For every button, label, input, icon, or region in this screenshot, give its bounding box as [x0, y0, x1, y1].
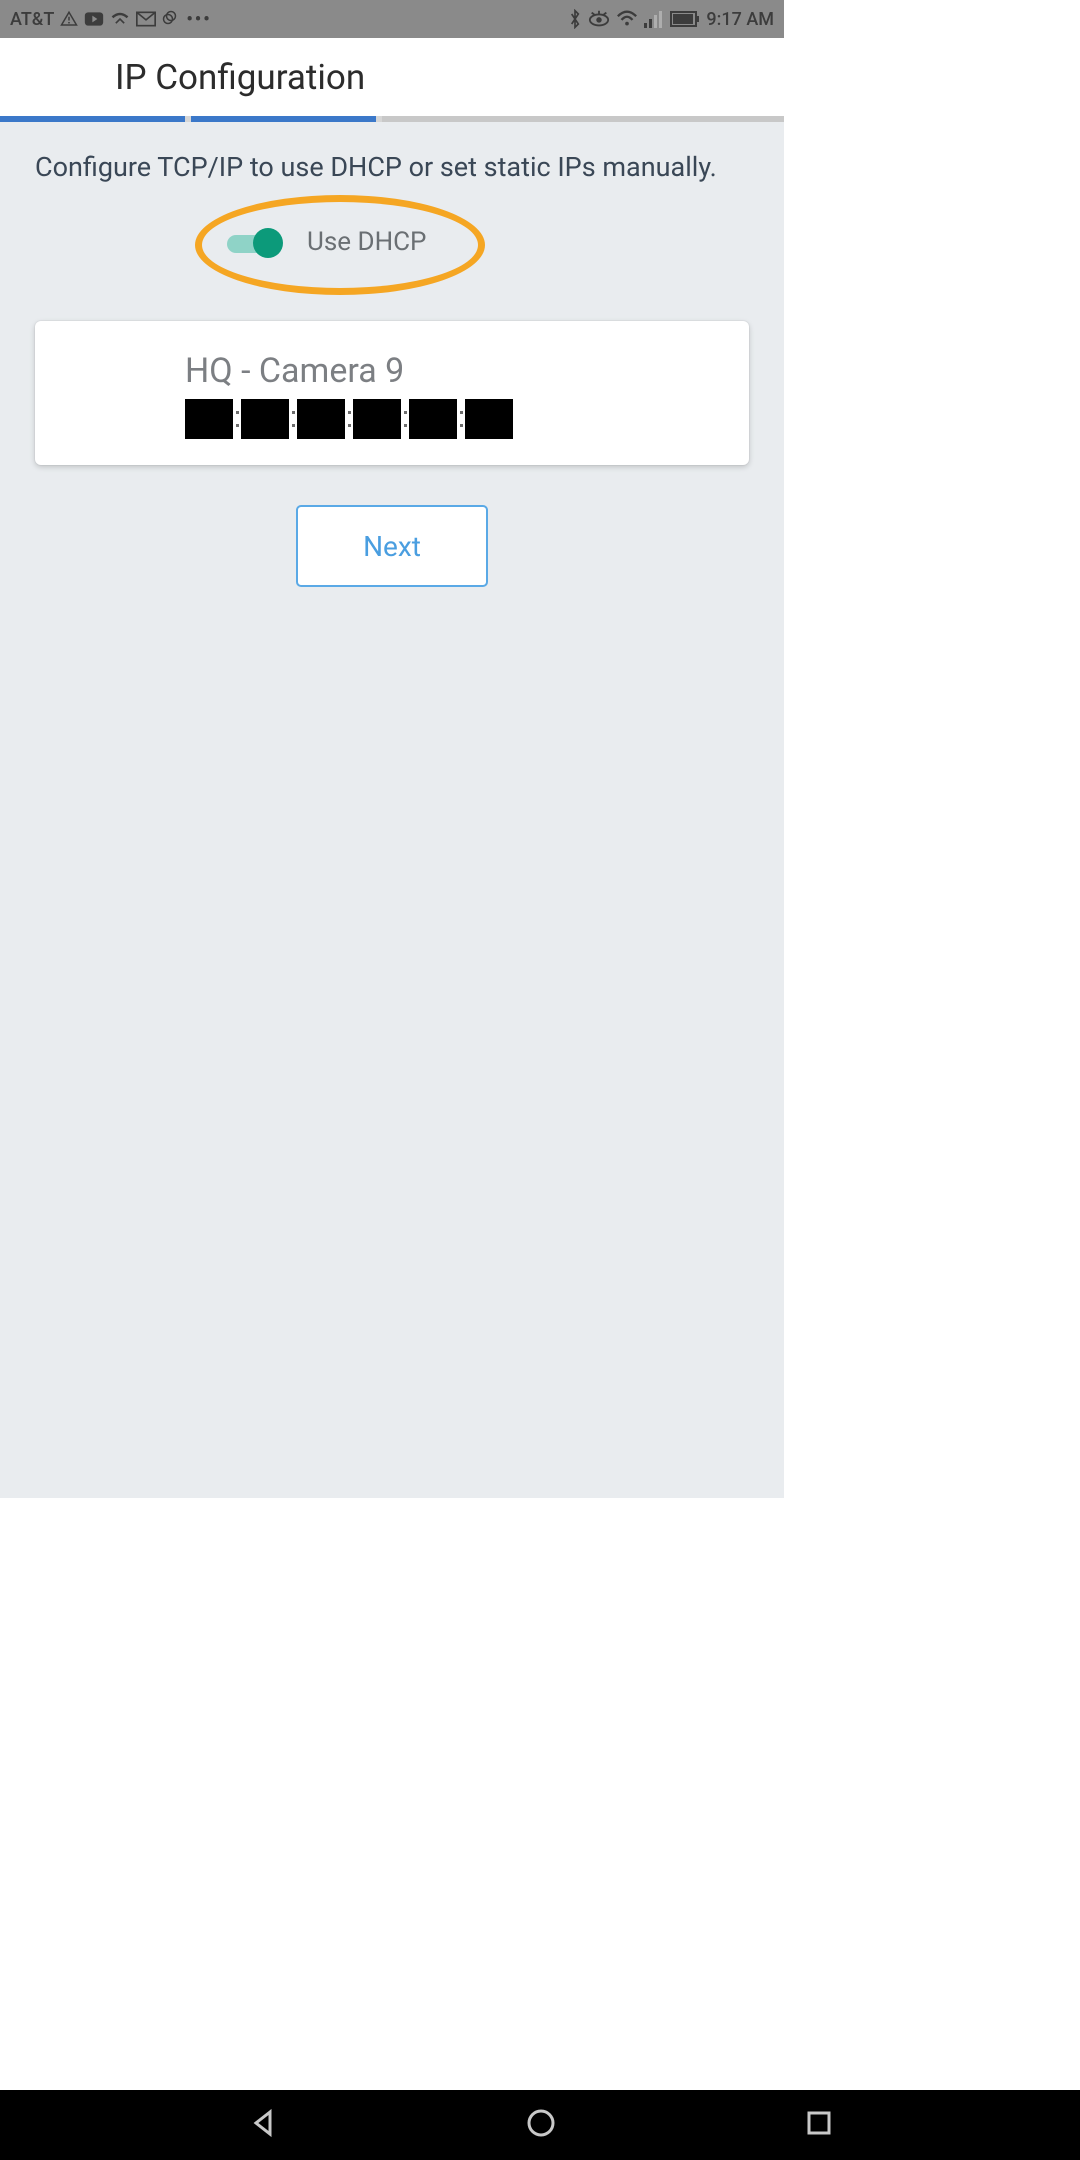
battery-icon: [670, 11, 700, 27]
warning-icon: [60, 10, 78, 28]
app-header: IP Configuration: [0, 38, 784, 116]
home-icon[interactable]: [525, 2107, 557, 2143]
clock-label: 9:17 AM: [706, 9, 774, 30]
youtube-icon: [84, 11, 104, 27]
status-left: AT&T •••: [10, 9, 212, 30]
mac-octet-redacted: [241, 399, 289, 439]
mail-icon: [136, 11, 156, 27]
missed-call-icon: [110, 9, 130, 29]
carrier-label: AT&T: [10, 9, 54, 30]
dhcp-toggle-region: Use DHCP: [35, 201, 749, 311]
wifi-icon: [616, 10, 638, 28]
progress-segment: [0, 116, 185, 122]
mac-octet-redacted: [409, 399, 457, 439]
next-button[interactable]: Next: [296, 505, 488, 587]
progress-bar: [0, 116, 784, 122]
content-area: Configure TCP/IP to use DHCP or set stat…: [0, 122, 784, 1498]
status-right: 9:17 AM: [568, 9, 774, 30]
signal-icon: [644, 10, 664, 28]
progress-segment: [191, 116, 376, 122]
description-text: Configure TCP/IP to use DHCP or set stat…: [35, 152, 749, 183]
mac-octet-redacted: [297, 399, 345, 439]
progress-segment: [382, 116, 784, 122]
device-card[interactable]: HQ - Camera 9: [35, 321, 749, 465]
eye-icon: [588, 10, 610, 28]
device-name: HQ - Camera 9: [185, 351, 729, 391]
photos-icon: [162, 10, 180, 28]
back-icon[interactable]: [248, 2108, 278, 2142]
android-nav-bar: [0, 2090, 1080, 2160]
mac-octet-redacted: [353, 399, 401, 439]
mac-octet-redacted: [185, 399, 233, 439]
more-icon: •••: [186, 9, 211, 30]
status-bar: AT&T ••• 9:17 AM: [0, 0, 784, 38]
recent-apps-icon[interactable]: [805, 2109, 833, 2141]
device-mac-address: [185, 397, 729, 441]
dhcp-toggle[interactable]: [227, 228, 283, 256]
dhcp-toggle-label: Use DHCP: [307, 227, 426, 257]
bluetooth-icon: [568, 9, 582, 29]
page-title: IP Configuration: [115, 57, 365, 98]
mac-octet-redacted: [465, 399, 513, 439]
